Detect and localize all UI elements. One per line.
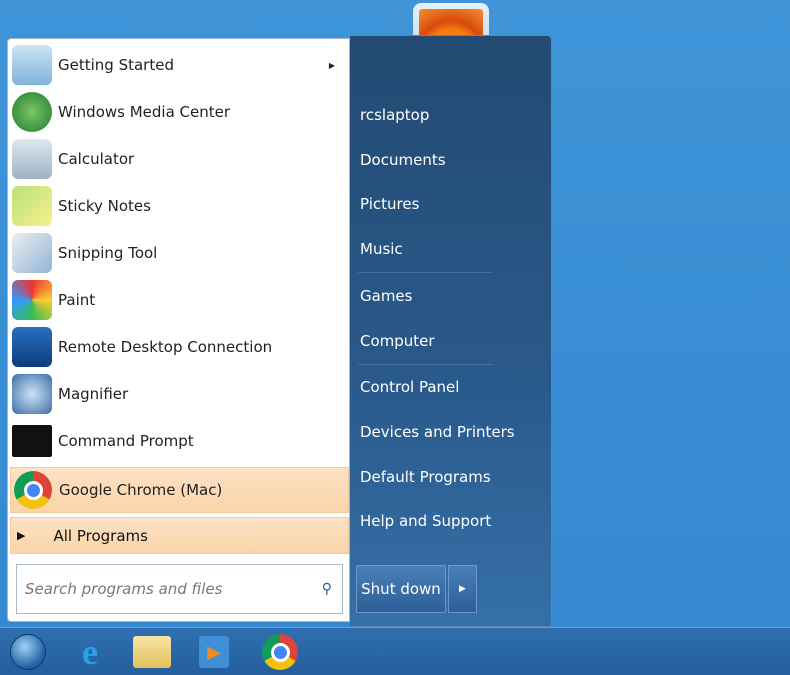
taskbar: e ▶ [0, 627, 790, 675]
start-button[interactable] [6, 632, 50, 672]
submenu-arrow-icon[interactable]: ▶ [329, 61, 335, 70]
calculator-icon [12, 139, 52, 179]
snipping-tool-icon [12, 233, 52, 273]
program-label: Snipping Tool [58, 244, 158, 262]
windows-logo-icon [10, 634, 46, 670]
program-label: Remote Desktop Connection [58, 338, 273, 356]
program-magnifier[interactable]: Magnifier [10, 371, 349, 417]
shutdown-button[interactable]: Shut down [356, 565, 446, 613]
program-label: Paint [58, 291, 96, 309]
default-programs-link[interactable]: Default Programs [360, 468, 491, 486]
user-folder-link[interactable]: rcslaptop [360, 106, 429, 124]
search-placeholder: Search programs and files [25, 580, 223, 598]
start-menu-places-panel: rcslaptop Documents Pictures Music Games… [350, 35, 552, 627]
program-remote-desktop[interactable]: Remote Desktop Connection [10, 324, 349, 370]
divider [358, 364, 493, 365]
program-label: Getting Started [58, 56, 174, 74]
command-prompt-icon [12, 425, 52, 457]
shutdown-options-button[interactable]: ▶ [448, 565, 477, 613]
program-getting-started[interactable]: Getting Started ▶ [10, 42, 349, 88]
arrow-right-icon: ▶ [17, 529, 26, 542]
computer-link[interactable]: Computer [360, 332, 435, 350]
paint-icon [12, 280, 52, 320]
google-chrome-taskbar-icon[interactable] [258, 632, 302, 672]
games-link[interactable]: Games [360, 287, 412, 305]
documents-link[interactable]: Documents [360, 151, 446, 169]
getting-started-icon [12, 45, 52, 85]
program-label: Google Chrome (Mac) [59, 481, 223, 499]
start-menu-programs-panel: Getting Started ▶ Windows Media Center Ca… [7, 38, 350, 622]
control-panel-link[interactable]: Control Panel [360, 378, 459, 396]
media-player-icon[interactable]: ▶ [192, 632, 236, 672]
sticky-notes-icon [12, 186, 52, 226]
devices-printers-link[interactable]: Devices and Printers [360, 423, 515, 441]
music-link[interactable]: Music [360, 240, 403, 258]
program-snipping-tool[interactable]: Snipping Tool [10, 230, 349, 276]
windows-explorer-icon[interactable] [130, 632, 174, 672]
program-google-chrome[interactable]: Google Chrome (Mac) [10, 467, 349, 513]
program-calculator[interactable]: Calculator [10, 136, 349, 182]
program-command-prompt[interactable]: Command Prompt [10, 418, 349, 464]
program-sticky-notes[interactable]: Sticky Notes [10, 183, 349, 229]
pictures-link[interactable]: Pictures [360, 195, 419, 213]
all-programs-button[interactable]: ▶ All Programs [10, 517, 349, 554]
all-programs-label: All Programs [53, 526, 148, 545]
search-input[interactable]: Search programs and files ⚲ [16, 564, 343, 614]
chrome-icon [13, 470, 53, 510]
internet-explorer-icon[interactable]: e [68, 632, 112, 672]
arrow-right-icon: ▶ [459, 584, 466, 594]
program-windows-media-center[interactable]: Windows Media Center [10, 89, 349, 135]
remote-desktop-icon [12, 327, 52, 367]
shutdown-label: Shut down [361, 580, 441, 598]
program-label: Magnifier [58, 385, 129, 403]
program-label: Windows Media Center [58, 103, 231, 121]
program-label: Sticky Notes [58, 197, 151, 215]
search-icon[interactable]: ⚲ [322, 581, 332, 597]
help-support-link[interactable]: Help and Support [360, 512, 491, 530]
magnifier-icon [12, 374, 52, 414]
program-label: Command Prompt [58, 432, 194, 450]
program-label: Calculator [58, 150, 135, 168]
divider [358, 272, 493, 273]
media-center-icon [12, 92, 52, 132]
program-paint[interactable]: Paint [10, 277, 349, 323]
